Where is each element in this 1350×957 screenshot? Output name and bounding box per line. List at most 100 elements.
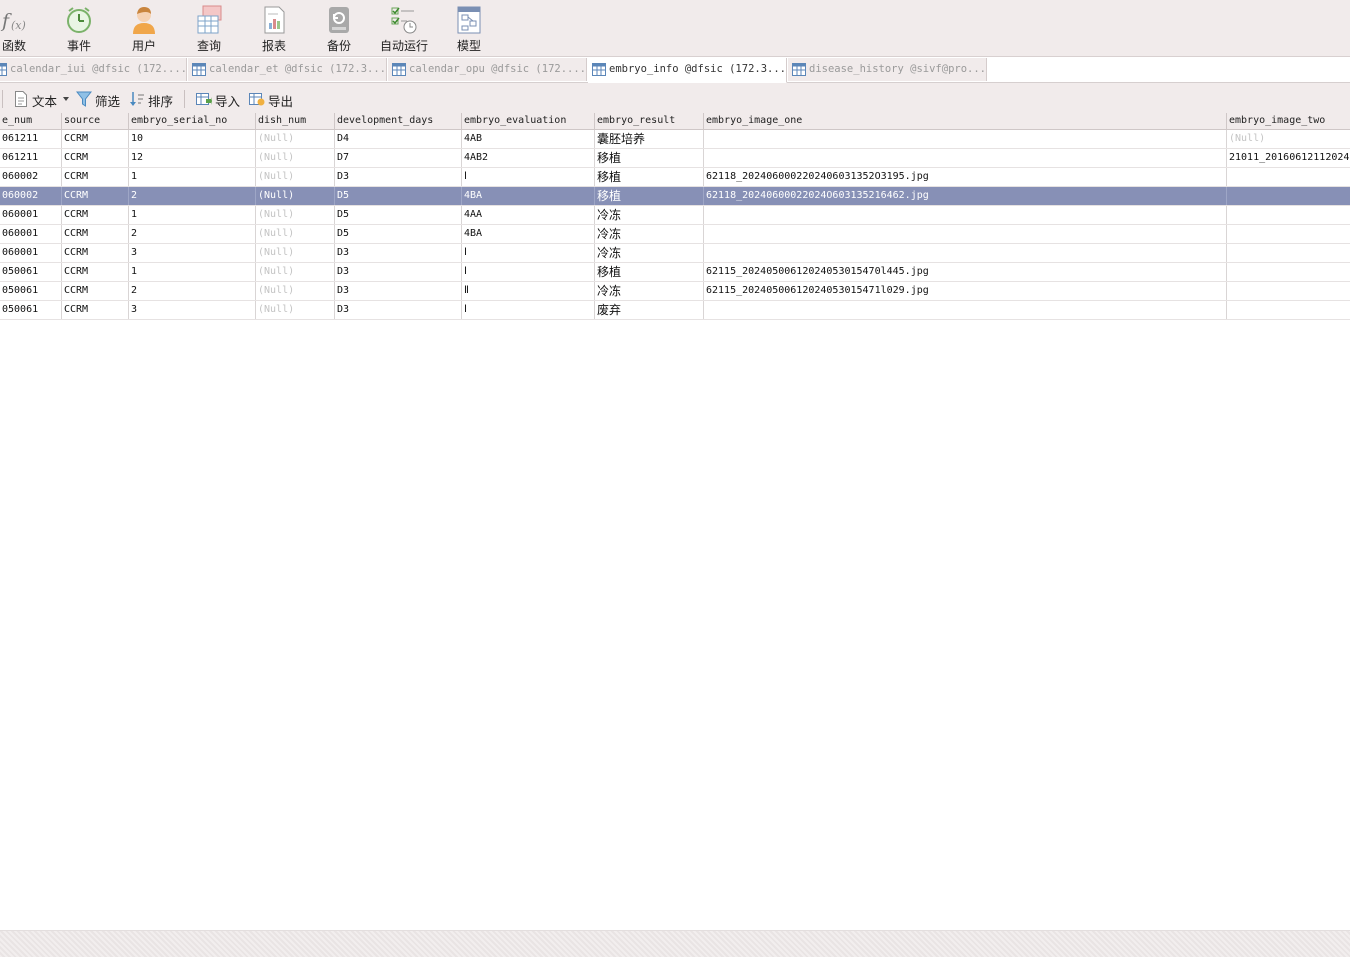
table-row[interactable]: 050061 CCRM 2 (Null) D3 Ⅱ 冷冻 62115_202405006120… — [0, 282, 1350, 301]
table-cell[interactable]: 冷冻 — [595, 282, 704, 300]
table-cell[interactable]: 4AA — [462, 206, 595, 224]
table-cell[interactable]: CCRM — [62, 187, 129, 205]
table-cell[interactable]: 050061 — [0, 263, 62, 281]
table-cell[interactable]: D7 — [335, 149, 462, 167]
table-cell[interactable]: 移植 — [595, 149, 704, 167]
table-cell[interactable]: 21011_20160612112024 — [1227, 149, 1350, 167]
table-cell[interactable] — [1227, 206, 1350, 224]
table-cell[interactable]: 1 — [129, 206, 256, 224]
table-cell[interactable]: (Null) — [256, 187, 335, 205]
column-header[interactable]: embryo_evaluation — [462, 113, 595, 129]
table-cell[interactable]: 囊胚培养 — [595, 130, 704, 148]
table-cell[interactable]: 060001 — [0, 206, 62, 224]
table-cell[interactable]: 移植 — [595, 168, 704, 186]
table-cell[interactable] — [1227, 244, 1350, 262]
table-cell[interactable] — [704, 206, 1227, 224]
table-cell[interactable]: (Null) — [256, 282, 335, 300]
tab-calendar-iui[interactable]: calendar_iui @dfsic (172.... — [0, 58, 187, 81]
table-cell[interactable]: (Null) — [256, 244, 335, 262]
table-cell[interactable]: 冷冻 — [595, 225, 704, 243]
model-button[interactable]: 模型 — [437, 4, 501, 54]
table-cell[interactable] — [1227, 187, 1350, 205]
table-cell[interactable]: 2 — [129, 187, 256, 205]
tab-calendar-et[interactable]: calendar_et @dfsic (172.3... — [188, 58, 387, 81]
table-row[interactable]: 060002 CCRM 2 (Null) D5 4BA 移植 62118_2024060002… — [0, 187, 1350, 206]
table-cell[interactable]: Ⅰ — [462, 301, 595, 319]
table-cell[interactable]: CCRM — [62, 149, 129, 167]
table-cell[interactable]: D5 — [335, 206, 462, 224]
tab-calendar-opu[interactable]: calendar_opu @dfsic (172.... — [388, 58, 587, 81]
table-cell[interactable]: 1 — [129, 168, 256, 186]
column-header[interactable]: embryo_image_one — [704, 113, 1227, 129]
table-cell[interactable]: CCRM — [62, 130, 129, 148]
table-cell[interactable]: (Null) — [256, 206, 335, 224]
table-row[interactable]: 060001 CCRM 1 (Null) D5 4AA 冷冻 — [0, 206, 1350, 225]
table-cell[interactable]: 4BA — [462, 225, 595, 243]
table-cell[interactable]: 061211 — [0, 130, 62, 148]
table-cell[interactable]: 060001 — [0, 225, 62, 243]
column-header[interactable]: embryo_image_two — [1227, 113, 1350, 129]
tab-disease-history[interactable]: disease_history @sivf@pro... — [788, 58, 987, 81]
export-button[interactable]: 导出 — [249, 90, 295, 109]
table-cell[interactable]: 1 — [129, 263, 256, 281]
table-cell[interactable]: 3 — [129, 244, 256, 262]
table-cell[interactable]: 050061 — [0, 301, 62, 319]
table-cell[interactable] — [1227, 263, 1350, 281]
table-row[interactable]: 060001 CCRM 3 (Null) D3 Ⅰ 冷冻 — [0, 244, 1350, 263]
column-header[interactable]: e_num — [0, 113, 62, 129]
table-row[interactable]: 060001 CCRM 2 (Null) D5 4BA 冷冻 — [0, 225, 1350, 244]
table-cell[interactable]: (Null) — [256, 149, 335, 167]
table-cell[interactable]: 4AB2 — [462, 149, 595, 167]
table-cell[interactable]: 冷冻 — [595, 244, 704, 262]
table-cell[interactable]: D3 — [335, 301, 462, 319]
function-button[interactable]: f (x) 函数 — [0, 4, 46, 54]
table-cell[interactable]: Ⅰ — [462, 263, 595, 281]
table-cell[interactable]: CCRM — [62, 206, 129, 224]
backup-button[interactable]: 备份 — [307, 4, 371, 54]
table-cell[interactable]: 050061 — [0, 282, 62, 300]
table-cell[interactable]: 2 — [129, 225, 256, 243]
table-cell[interactable]: D3 — [335, 244, 462, 262]
table-row[interactable]: 061211 CCRM 10 (Null) D4 4AB 囊胚培养 (Null) — [0, 130, 1350, 149]
column-header[interactable]: embryo_serial_no — [129, 113, 256, 129]
table-cell[interactable]: 060001 — [0, 244, 62, 262]
column-header[interactable]: development_days — [335, 113, 462, 129]
table-cell[interactable]: 3 — [129, 301, 256, 319]
table-cell[interactable]: (Null) — [256, 130, 335, 148]
table-cell[interactable]: D3 — [335, 282, 462, 300]
table-cell[interactable]: 060002 — [0, 187, 62, 205]
automation-button[interactable]: 自动运行 — [372, 4, 436, 54]
user-button[interactable]: 用户 — [112, 4, 176, 54]
table-cell[interactable]: 废弃 — [595, 301, 704, 319]
table-cell[interactable]: Ⅰ — [462, 168, 595, 186]
table-cell[interactable]: (Null) — [1227, 130, 1350, 148]
table-cell[interactable]: (Null) — [256, 263, 335, 281]
report-button[interactable]: 报表 — [242, 4, 306, 54]
table-cell[interactable]: CCRM — [62, 225, 129, 243]
table-cell[interactable]: 2 — [129, 282, 256, 300]
table-cell[interactable]: 62115_20240500612024053015470l445.jpg — [704, 263, 1227, 281]
table-cell[interactable]: CCRM — [62, 282, 129, 300]
table-cell[interactable]: (Null) — [256, 168, 335, 186]
table-cell[interactable]: 4AB — [462, 130, 595, 148]
table-cell[interactable]: 62118_2024060002202406031352O3195.jpg — [704, 168, 1227, 186]
table-cell[interactable]: Ⅰ — [462, 244, 595, 262]
table-cell[interactable] — [704, 149, 1227, 167]
sort-button[interactable]: 排序 — [129, 90, 175, 109]
filter-button[interactable]: 筛选 — [76, 90, 122, 109]
tab-embryo-info[interactable]: embryo_info @dfsic (172.3... — [588, 58, 787, 83]
table-row[interactable]: 050061 CCRM 1 (Null) D3 Ⅰ 移植 62115_202405006120… — [0, 263, 1350, 282]
table-cell[interactable] — [704, 130, 1227, 148]
import-button[interactable]: 导入 — [196, 90, 242, 109]
table-cell[interactable] — [704, 244, 1227, 262]
table-cell[interactable] — [1227, 282, 1350, 300]
table-cell[interactable]: 移植 — [595, 263, 704, 281]
table-cell[interactable]: 061211 — [0, 149, 62, 167]
table-cell[interactable]: 62115_20240500612024053015471l029.jpg — [704, 282, 1227, 300]
table-cell[interactable]: Ⅱ — [462, 282, 595, 300]
table-cell[interactable]: 冷冻 — [595, 206, 704, 224]
table-cell[interactable]: 12 — [129, 149, 256, 167]
table-cell[interactable]: 移植 — [595, 187, 704, 205]
table-cell[interactable]: 060002 — [0, 168, 62, 186]
table-cell[interactable]: (Null) — [256, 225, 335, 243]
